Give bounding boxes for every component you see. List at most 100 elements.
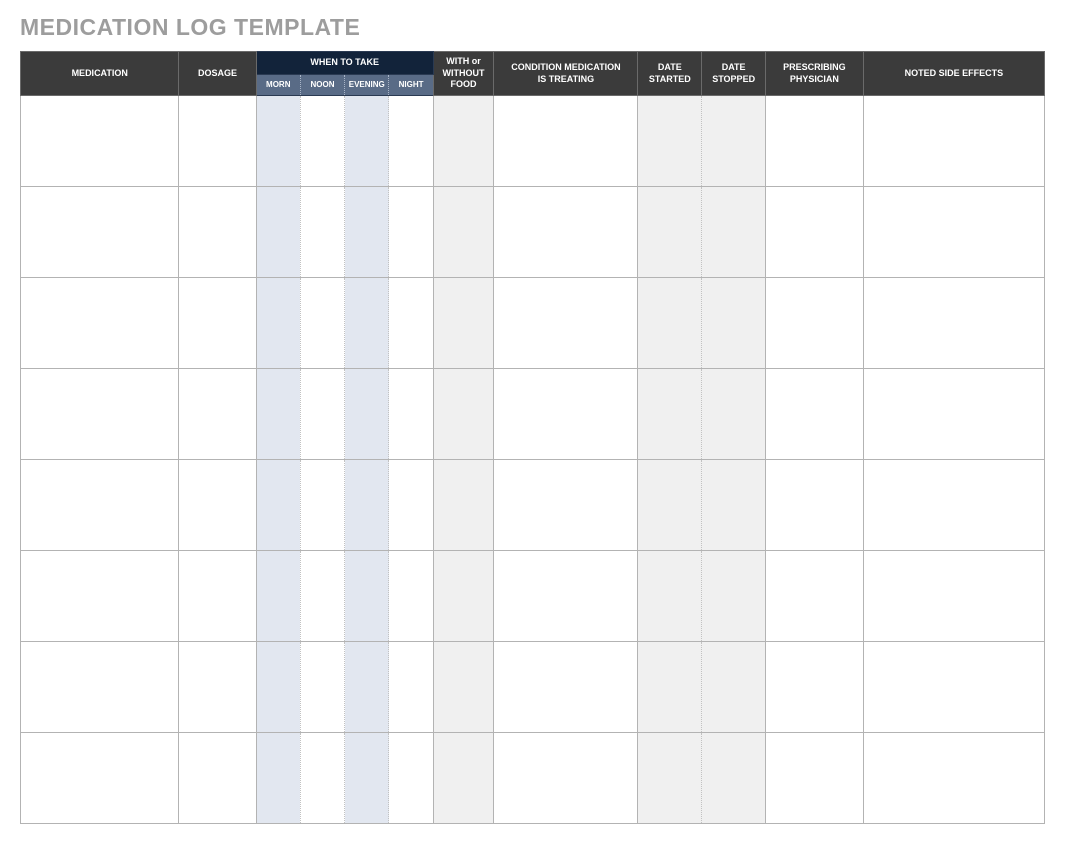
col-night: NIGHT: [389, 74, 433, 95]
cell-medication: [21, 278, 179, 369]
page: MEDICATION LOG TEMPLATE MEDICATION DOSAG…: [0, 0, 1065, 842]
cell-dosage: [179, 96, 256, 187]
cell-night: [389, 278, 433, 369]
col-condition-line2: IS TREATING: [496, 74, 635, 86]
col-date-stopped-line2: STOPPED: [704, 74, 763, 86]
cell-side-effects: [863, 369, 1044, 460]
cell-night: [389, 642, 433, 733]
cell-physician: [766, 187, 864, 278]
cell-morn: [256, 733, 300, 824]
cell-condition: [494, 642, 638, 733]
cell-medication: [21, 642, 179, 733]
cell-morn: [256, 369, 300, 460]
cell-date-started: [638, 460, 702, 551]
cell-condition: [494, 187, 638, 278]
cell-date-started: [638, 96, 702, 187]
cell-dosage: [179, 733, 256, 824]
cell-food: [433, 642, 494, 733]
cell-evening: [345, 96, 389, 187]
cell-physician: [766, 369, 864, 460]
cell-food: [433, 96, 494, 187]
col-food-line2: WITHOUT: [436, 68, 492, 80]
table-row: [21, 369, 1045, 460]
cell-side-effects: [863, 96, 1044, 187]
cell-noon: [300, 460, 344, 551]
cell-morn: [256, 278, 300, 369]
col-medication: MEDICATION: [21, 52, 179, 96]
cell-date-stopped: [702, 278, 766, 369]
cell-morn: [256, 642, 300, 733]
cell-morn: [256, 187, 300, 278]
col-date-started-line1: DATE: [640, 62, 699, 74]
cell-physician: [766, 278, 864, 369]
cell-evening: [345, 369, 389, 460]
cell-food: [433, 369, 494, 460]
col-date-stopped: DATE STOPPED: [702, 52, 766, 96]
cell-evening: [345, 187, 389, 278]
cell-noon: [300, 187, 344, 278]
cell-night: [389, 551, 433, 642]
col-physician-line2: PHYSICIAN: [768, 74, 861, 86]
cell-date-started: [638, 278, 702, 369]
cell-medication: [21, 460, 179, 551]
table-row: [21, 96, 1045, 187]
cell-noon: [300, 551, 344, 642]
cell-morn: [256, 96, 300, 187]
cell-side-effects: [863, 460, 1044, 551]
cell-condition: [494, 551, 638, 642]
cell-side-effects: [863, 187, 1044, 278]
col-date-stopped-line1: DATE: [704, 62, 763, 74]
cell-medication: [21, 551, 179, 642]
cell-medication: [21, 733, 179, 824]
cell-food: [433, 278, 494, 369]
cell-dosage: [179, 642, 256, 733]
table-row: [21, 187, 1045, 278]
cell-noon: [300, 278, 344, 369]
cell-physician: [766, 642, 864, 733]
col-condition: CONDITION MEDICATION IS TREATING: [494, 52, 638, 96]
cell-date-stopped: [702, 96, 766, 187]
table-row: [21, 733, 1045, 824]
cell-dosage: [179, 551, 256, 642]
cell-night: [389, 369, 433, 460]
medication-log-table: MEDICATION DOSAGE WHEN TO TAKE WITH or W…: [20, 51, 1045, 824]
table-row: [21, 460, 1045, 551]
cell-side-effects: [863, 278, 1044, 369]
col-date-started: DATE STARTED: [638, 52, 702, 96]
cell-evening: [345, 642, 389, 733]
cell-medication: [21, 369, 179, 460]
col-food-line1: WITH or: [436, 56, 492, 68]
col-food-line3: FOOD: [436, 79, 492, 91]
cell-dosage: [179, 187, 256, 278]
cell-condition: [494, 460, 638, 551]
cell-food: [433, 187, 494, 278]
cell-date-started: [638, 642, 702, 733]
table-header: MEDICATION DOSAGE WHEN TO TAKE WITH or W…: [21, 52, 1045, 96]
col-food: WITH or WITHOUT FOOD: [433, 52, 494, 96]
cell-noon: [300, 733, 344, 824]
cell-condition: [494, 733, 638, 824]
cell-date-stopped: [702, 551, 766, 642]
col-condition-line1: CONDITION MEDICATION: [496, 62, 635, 74]
cell-condition: [494, 278, 638, 369]
cell-date-stopped: [702, 187, 766, 278]
cell-date-stopped: [702, 460, 766, 551]
cell-morn: [256, 460, 300, 551]
cell-date-started: [638, 187, 702, 278]
cell-medication: [21, 96, 179, 187]
col-morn: MORN: [256, 74, 300, 95]
table-body: [21, 96, 1045, 824]
cell-physician: [766, 733, 864, 824]
col-side-effects: NOTED SIDE EFFECTS: [863, 52, 1044, 96]
cell-date-stopped: [702, 733, 766, 824]
cell-physician: [766, 551, 864, 642]
cell-food: [433, 551, 494, 642]
col-date-started-line2: STARTED: [640, 74, 699, 86]
cell-evening: [345, 733, 389, 824]
col-dosage: DOSAGE: [179, 52, 256, 96]
table-row: [21, 551, 1045, 642]
col-noon: NOON: [300, 74, 344, 95]
col-physician-line1: PRESCRIBING: [768, 62, 861, 74]
cell-condition: [494, 369, 638, 460]
cell-condition: [494, 96, 638, 187]
